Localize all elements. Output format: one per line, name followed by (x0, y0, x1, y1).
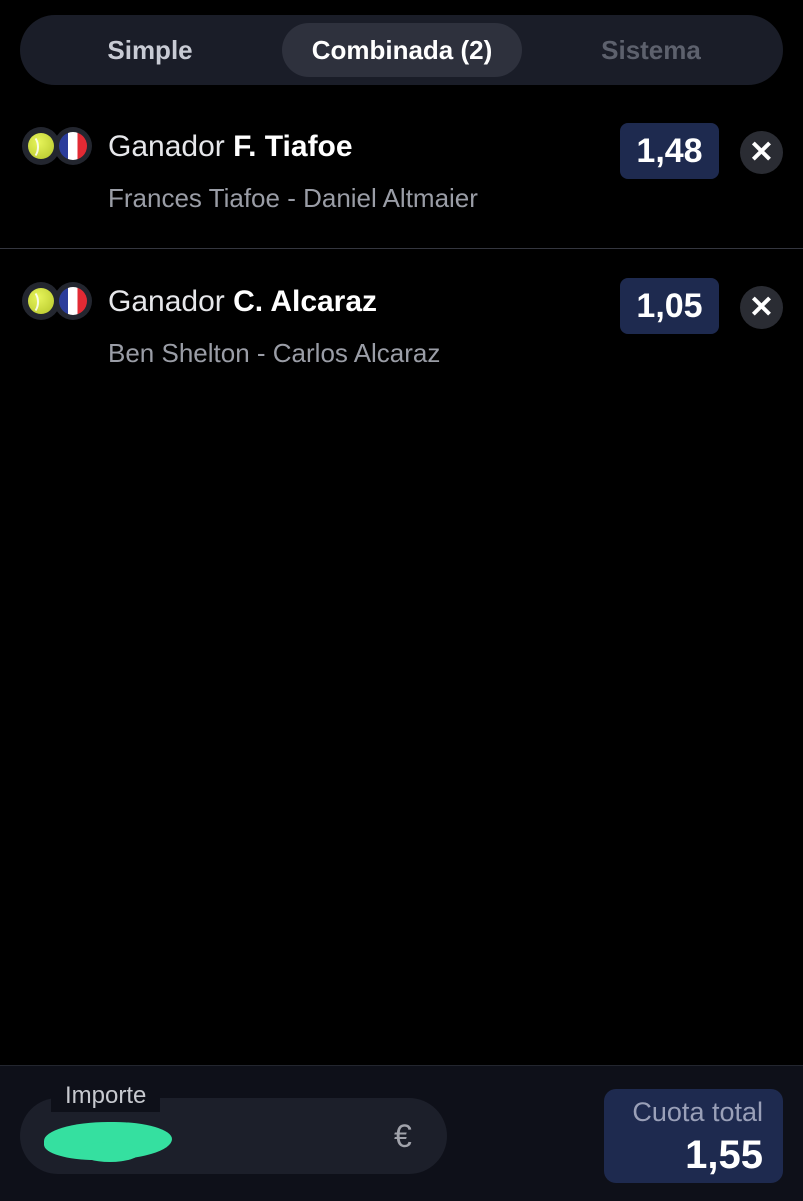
betslip-footer: € Importe Cuota total 1,55 (0, 1065, 803, 1201)
bet-selection: Ganador C. Alcaraz (108, 285, 377, 319)
total-odds-label: Cuota total (632, 1097, 763, 1127)
bet-item: Ganador F. Tiafoe Frances Tiafoe - Danie… (0, 110, 803, 249)
bet-icons (22, 282, 94, 320)
currency-symbol: € (394, 1118, 412, 1154)
tab-sistema[interactable]: Sistema (551, 23, 751, 77)
odds-badge: 1,05 (620, 278, 719, 334)
bet-match: Ben Shelton - Carlos Alcaraz (108, 338, 441, 368)
bet-type-tabs: Simple Combinada (2) Sistema (20, 15, 783, 85)
tab-simple[interactable]: Simple (50, 23, 250, 77)
remove-bet-button[interactable]: ✕ (740, 286, 783, 329)
bet-icons (22, 127, 94, 165)
bet-match: Frances Tiafoe - Daniel Altmaier (108, 183, 478, 213)
bet-selection: Ganador F. Tiafoe (108, 130, 353, 164)
bet-item: Ganador C. Alcaraz Ben Shelton - Carlos … (0, 265, 803, 385)
france-flag-icon (54, 127, 92, 165)
bet-market: Ganador (108, 285, 225, 318)
tab-combinada[interactable]: Combinada (2) (282, 23, 522, 77)
total-odds-value: 1,55 (685, 1133, 763, 1177)
bet-market: Ganador (108, 130, 225, 163)
odds-badge: 1,48 (620, 123, 719, 179)
bet-selection-name: C. Alcaraz (233, 285, 378, 318)
remove-bet-button[interactable]: ✕ (740, 131, 783, 174)
france-flag-icon (54, 282, 92, 320)
redacted-amount (80, 1142, 140, 1162)
amount-label: Importe (51, 1080, 161, 1112)
total-odds-box: Cuota total 1,55 (604, 1089, 783, 1183)
bet-selection-name: F. Tiafoe (233, 130, 353, 163)
